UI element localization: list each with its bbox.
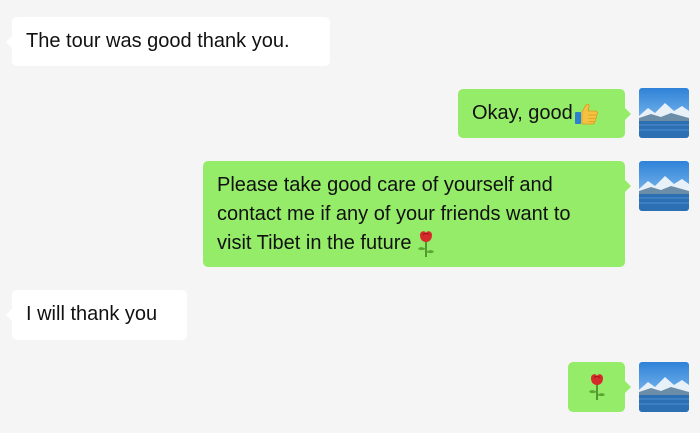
rose-icon	[588, 373, 606, 401]
mountain-lake-avatar-icon	[639, 88, 689, 138]
mountain-lake-avatar-icon	[639, 161, 689, 211]
outgoing-message-bubble[interactable]: Please take good care of yourself and co…	[203, 161, 631, 267]
outgoing-message-bubble[interactable]: Okay, good	[458, 89, 631, 138]
incoming-message-bubble[interactable]: The tour was good thank you.	[6, 17, 330, 66]
message-line: contact me if any of your friends want t…	[217, 203, 571, 225]
rose-icon	[417, 230, 435, 258]
incoming-message-bubble[interactable]: I will thank you	[6, 290, 187, 340]
user-avatar[interactable]	[639, 161, 689, 211]
message-line: Please take good care of yourself and	[217, 174, 553, 196]
message-text: I will thank you	[26, 303, 158, 325]
thumbs-up-icon	[573, 101, 599, 127]
message-line: visit Tibet in the future	[217, 232, 412, 254]
message-text: The tour was good thank you.	[26, 30, 290, 52]
user-avatar[interactable]	[639, 362, 689, 412]
outgoing-message-bubble[interactable]	[568, 362, 631, 412]
mountain-lake-avatar-icon	[639, 362, 689, 412]
message-text: Okay, good	[472, 102, 573, 124]
user-avatar[interactable]	[639, 88, 689, 138]
